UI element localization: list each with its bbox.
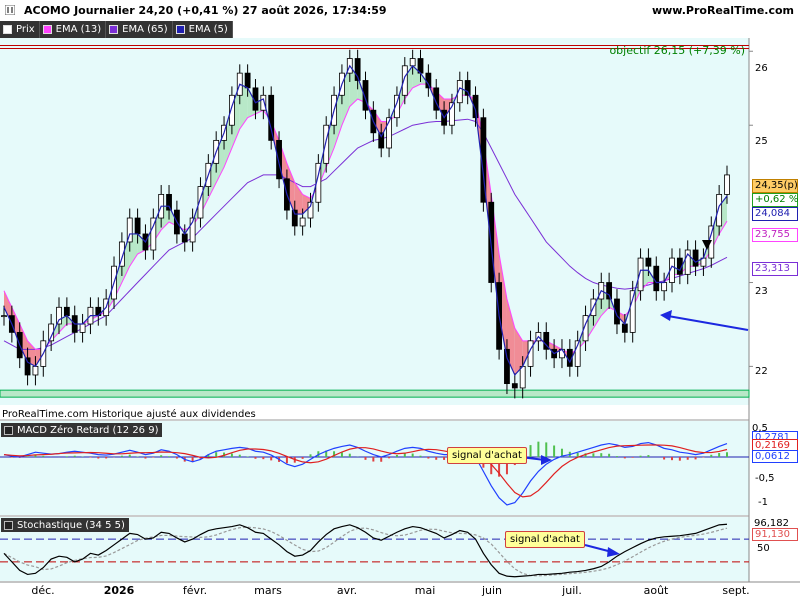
candle-down bbox=[244, 72, 251, 89]
macd-tick: -1 bbox=[758, 497, 768, 508]
last-price-label: 24,35(p) bbox=[752, 179, 798, 193]
candle-down bbox=[692, 249, 699, 267]
ema5-label: 24,084 bbox=[752, 207, 798, 221]
candle-down bbox=[653, 265, 660, 292]
dividend-note: ProRealTime.com Historique ajusté aux di… bbox=[2, 409, 256, 420]
macd-title: MACD Zéro Retard (12 26 9) bbox=[17, 424, 159, 436]
macd-panel-title[interactable]: MACD Zéro Retard (12 26 9) bbox=[1, 423, 163, 437]
x-tick: févr. bbox=[182, 584, 208, 597]
candle-down bbox=[276, 139, 282, 180]
candle-down bbox=[621, 323, 628, 333]
macd-tick: -0,5 bbox=[755, 473, 775, 484]
x-tick: mars bbox=[254, 584, 282, 597]
x-tick: août bbox=[643, 584, 669, 597]
candle-up bbox=[1, 315, 7, 318]
ema13-label: 23,755 bbox=[752, 228, 798, 242]
x-tick: mai bbox=[414, 584, 436, 597]
candle-up bbox=[299, 217, 306, 227]
change-label: +0,62 % bbox=[752, 193, 798, 207]
candle-up bbox=[661, 282, 668, 292]
y-tick: 22 bbox=[755, 366, 768, 377]
stoch-title: Stochastique (34 5 5) bbox=[17, 519, 125, 531]
ema65-label: 23,313 bbox=[752, 262, 798, 276]
candle-down bbox=[134, 217, 141, 235]
chart-canvas[interactable] bbox=[0, 0, 800, 600]
candle-down bbox=[268, 94, 275, 141]
candle-down bbox=[378, 132, 385, 149]
y-tick: 25 bbox=[755, 136, 768, 147]
candle-up bbox=[56, 306, 62, 325]
candle-up bbox=[32, 365, 39, 376]
stoch-value-2: 91,130 bbox=[752, 528, 798, 541]
y-tick: 26 bbox=[755, 63, 768, 74]
x-tick: juil. bbox=[562, 584, 582, 597]
candle-up bbox=[724, 174, 730, 195]
x-tick: juin bbox=[481, 584, 503, 597]
x-tick: déc. bbox=[31, 584, 55, 597]
candle-up bbox=[323, 124, 330, 164]
macd-swatch bbox=[4, 425, 13, 435]
candle-down bbox=[504, 348, 510, 385]
stoch-tick: 50 bbox=[757, 543, 770, 554]
x-tick: 2026 bbox=[103, 584, 135, 597]
macd-value-3: 0,0612 bbox=[752, 450, 798, 463]
candle-up bbox=[519, 365, 526, 389]
x-tick: avr. bbox=[336, 584, 358, 597]
support-band bbox=[0, 389, 750, 398]
candle-down bbox=[63, 306, 70, 317]
x-tick: sept. bbox=[722, 584, 750, 597]
objectif-label: objectif 26,15 (+7,39 %) bbox=[609, 44, 745, 57]
candle-down bbox=[24, 357, 31, 376]
macd-tick: 0,5 bbox=[752, 423, 768, 434]
y-tick: 23 bbox=[755, 286, 768, 297]
stoch-panel-title[interactable]: Stochastique (34 5 5) bbox=[1, 518, 129, 532]
candle-down bbox=[645, 257, 652, 267]
macd-signal-callout: signal d'achat bbox=[447, 447, 527, 464]
price-panel-bg bbox=[0, 38, 749, 405]
candle-up bbox=[409, 58, 416, 67]
chart-window: ACOMO Journalier 24,20 (+0,41 %) 27 août… bbox=[0, 0, 800, 600]
stoch-swatch bbox=[4, 520, 13, 530]
candle-down bbox=[511, 383, 518, 389]
stoch-signal-callout: signal d'achat bbox=[505, 531, 585, 548]
candle-down bbox=[166, 193, 172, 211]
candle-up bbox=[79, 323, 86, 333]
y-axis-gutter bbox=[749, 38, 800, 581]
candle-down bbox=[181, 233, 188, 243]
